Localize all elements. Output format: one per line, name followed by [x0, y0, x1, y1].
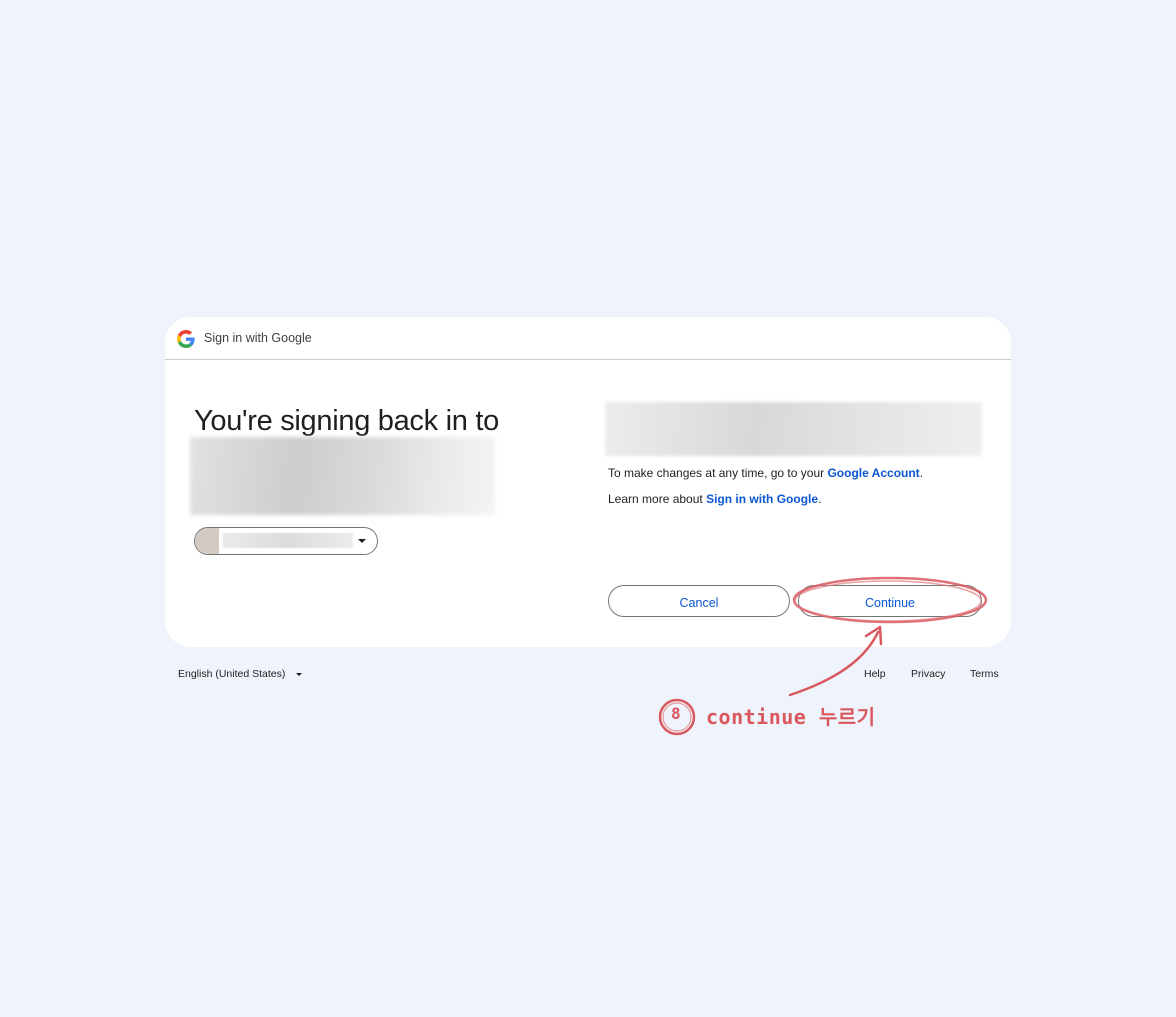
footer-terms-link[interactable]: Terms — [970, 668, 999, 680]
learn-more-suffix: . — [818, 492, 822, 506]
continue-button[interactable]: Continue — [798, 585, 982, 617]
learn-more-prefix: Learn more about — [608, 492, 707, 506]
cancel-button[interactable]: Cancel — [608, 585, 790, 617]
dialog-header-title: Sign in with Google — [204, 331, 312, 345]
learn-more-text: Learn more about Sign in with Google. — [608, 492, 821, 506]
footer-help-link[interactable]: Help — [864, 668, 886, 680]
account-info-text: To make changes at any time, go to your … — [608, 466, 923, 480]
sign-in-dialog: Sign in with Google You're signing back … — [165, 317, 1011, 647]
account-info-prefix: To make changes at any time, go to your — [608, 466, 828, 480]
google-g-icon — [177, 330, 195, 348]
page-heading: You're signing back in to — [194, 405, 499, 437]
google-account-link[interactable]: Google Account — [827, 466, 919, 480]
page: Sign in with Google You're signing back … — [0, 0, 1176, 1017]
dialog-header: Sign in with Google — [165, 317, 1011, 360]
avatar — [195, 528, 219, 554]
account-info-suffix: . — [919, 466, 924, 480]
redacted-app-banner — [605, 402, 982, 456]
language-selector[interactable]: English (United States) — [178, 668, 285, 680]
redacted-account-email — [223, 533, 353, 548]
footer-privacy-link[interactable]: Privacy — [911, 668, 945, 680]
redacted-app-name — [190, 437, 495, 515]
account-selector[interactable] — [194, 527, 378, 555]
caret-down-icon[interactable] — [296, 673, 302, 676]
annotation-text: continue 누르기 — [706, 705, 876, 729]
annotation-step-number: 8 — [671, 704, 681, 723]
sign-in-with-google-link[interactable]: Sign in with Google — [706, 492, 818, 506]
caret-down-icon — [358, 539, 366, 543]
